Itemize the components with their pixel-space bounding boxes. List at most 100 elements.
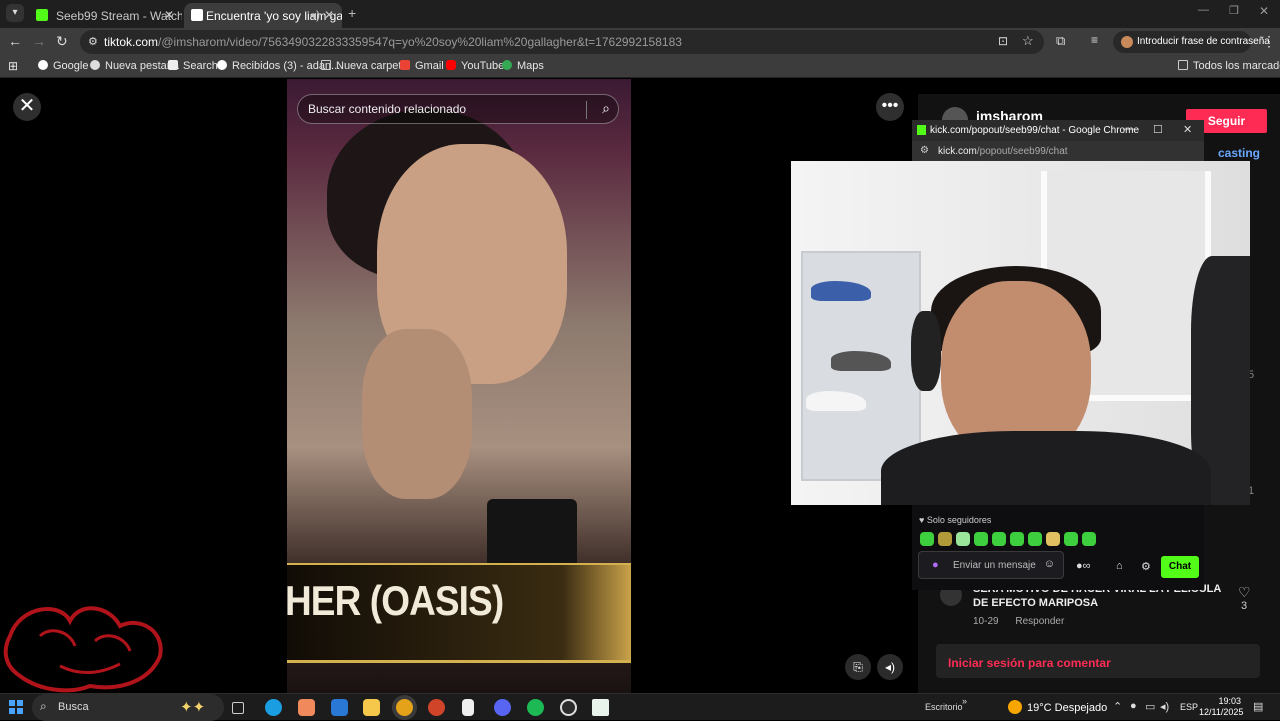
network-icon[interactable]: ▭ bbox=[1145, 700, 1155, 713]
kick-chat-popup: kick.com/popout/seeb99/chat - Google Chr… bbox=[912, 120, 1204, 590]
taskbar-search[interactable]: ⌕ Busca ✦✦ bbox=[32, 694, 224, 721]
partial-link[interactable]: casting bbox=[1218, 146, 1260, 160]
emote-icon[interactable] bbox=[1082, 532, 1096, 546]
close-window-icon[interactable]: ✕ bbox=[1183, 123, 1192, 136]
microphone-icon[interactable]: ● bbox=[932, 559, 939, 571]
profile-icon bbox=[1121, 36, 1133, 48]
volume-icon[interactable]: ◂) bbox=[1160, 700, 1169, 713]
maximize-icon[interactable]: ☐ bbox=[1153, 123, 1163, 136]
minimize-icon[interactable]: — bbox=[1123, 123, 1134, 135]
copilot-app-icon[interactable] bbox=[298, 699, 315, 716]
edge-icon[interactable] bbox=[265, 699, 282, 716]
back-icon[interactable]: ← bbox=[8, 33, 22, 49]
site-info-icon[interactable]: ⚙ bbox=[88, 35, 98, 48]
minimize-icon[interactable]: — bbox=[1198, 4, 1209, 16]
passphrase-label: Introducir frase de contraseña bbox=[1137, 36, 1270, 47]
users-icon[interactable]: ●∞ bbox=[1076, 560, 1091, 572]
file-explorer-icon[interactable] bbox=[363, 699, 380, 716]
message-input[interactable]: ● Enviar un mensaje ☺ bbox=[918, 551, 1064, 579]
weather-widget[interactable]: 19°C Despejado bbox=[1008, 700, 1107, 714]
clock-time: 19:03 bbox=[1218, 696, 1241, 706]
bookmark-gmail[interactable]: Gmail bbox=[400, 60, 444, 72]
chevron-icon[interactable]: » bbox=[962, 696, 967, 706]
gear-icon[interactable]: ⚙ bbox=[1141, 560, 1151, 573]
close-tab-icon[interactable]: ✕ bbox=[164, 8, 174, 22]
notification-icon[interactable]: ▤ bbox=[1253, 700, 1263, 713]
emote-icon[interactable] bbox=[1010, 532, 1024, 546]
emote-icon[interactable] bbox=[992, 532, 1006, 546]
all-bookmarks[interactable]: Todos los marcadores bbox=[1178, 60, 1280, 72]
bookmark-star-icon[interactable]: ☆ bbox=[1022, 33, 1034, 49]
emote-icon[interactable] bbox=[938, 532, 952, 546]
emote-icon[interactable] bbox=[974, 532, 988, 546]
bookmark-search[interactable]: Search bbox=[168, 60, 218, 72]
tab-kick-stream[interactable]: Seeb99 Stream - Watch Live on ✕ bbox=[24, 3, 182, 28]
media-icon[interactable]: ≡ bbox=[1091, 33, 1098, 47]
discord-icon[interactable] bbox=[494, 699, 511, 716]
url-text: tiktok.com/@imsharom/video/7563490322833… bbox=[104, 35, 682, 49]
related-search-input[interactable]: Buscar contenido relacionado ⌕ bbox=[297, 94, 619, 124]
install-icon[interactable]: ⊡ bbox=[998, 34, 1008, 48]
reload-icon[interactable]: ↻ bbox=[56, 33, 68, 50]
volume-icon[interactable]: ◂) bbox=[877, 654, 903, 680]
close-window-icon[interactable]: ✕ bbox=[1259, 4, 1269, 18]
app-icon[interactable] bbox=[592, 699, 609, 716]
document-icon[interactable] bbox=[462, 699, 474, 716]
emote-icon[interactable] bbox=[956, 532, 970, 546]
store-icon[interactable]: ⌂ bbox=[1116, 560, 1123, 572]
popup-titlebar[interactable]: kick.com/popout/seeb99/chat - Google Chr… bbox=[912, 120, 1204, 141]
restore-icon[interactable]: ❐ bbox=[1229, 4, 1239, 17]
clock[interactable]: 19:03 12/11/2025 bbox=[1199, 696, 1243, 718]
task-view-icon[interactable] bbox=[232, 702, 244, 714]
heart-icon[interactable]: ♡ bbox=[1238, 584, 1251, 601]
heart-icon: ♥ bbox=[919, 515, 925, 525]
passphrase-button[interactable]: Introducir frase de contraseña bbox=[1113, 31, 1270, 53]
emote-bar bbox=[920, 532, 1100, 551]
tab-tiktok[interactable]: Encuentra 'yo soy liam galla ◂) ✕ bbox=[184, 3, 342, 28]
reply-button[interactable]: Responder bbox=[1015, 616, 1064, 627]
like-count: 3 bbox=[1241, 600, 1248, 612]
emote-icon[interactable] bbox=[1046, 532, 1060, 546]
audio-icon[interactable]: ◂) bbox=[310, 8, 320, 22]
microphone-icon[interactable]: ● bbox=[1130, 700, 1137, 712]
bookmark-youtube[interactable]: YouTube bbox=[446, 60, 504, 72]
browser-toolbar: ← → ↻ ⚙ tiktok.com/@imsharom/video/75634… bbox=[0, 28, 1280, 56]
tab-search-icon[interactable]: ▾ bbox=[6, 4, 24, 22]
chrome-icon[interactable] bbox=[396, 699, 413, 716]
tray-chevron-icon[interactable]: ⌃ bbox=[1113, 700, 1122, 713]
more-options-icon[interactable]: ••• bbox=[876, 93, 904, 121]
new-tab-icon[interactable]: + bbox=[348, 5, 356, 21]
bookmark-new-tab[interactable]: Nueva pestaña bbox=[90, 60, 179, 72]
apps-icon[interactable]: ⊞ bbox=[8, 59, 18, 73]
close-video-button[interactable]: ✕ bbox=[13, 93, 41, 121]
emote-icon[interactable] bbox=[920, 532, 934, 546]
menu-icon[interactable]: ⋮ bbox=[1262, 33, 1276, 50]
bookmark-maps[interactable]: Maps bbox=[502, 60, 544, 72]
bookmark-google[interactable]: Google bbox=[38, 60, 88, 72]
site-info-icon: ⚙ bbox=[920, 145, 929, 156]
address-bar[interactable]: ⚙ tiktok.com/@imsharom/video/75634903228… bbox=[80, 30, 1044, 54]
windows-start-icon[interactable] bbox=[9, 700, 23, 714]
tab-title: Encuentra 'yo soy liam galla bbox=[206, 9, 342, 23]
search-icon[interactable]: ⌕ bbox=[602, 100, 610, 117]
language-indicator[interactable]: ESP bbox=[1180, 702, 1198, 712]
powerpoint-icon[interactable] bbox=[428, 699, 445, 716]
desktop-label[interactable]: Escritorio bbox=[925, 702, 963, 712]
bookmark-folder[interactable]: Nueva carpeta bbox=[321, 60, 408, 72]
close-tab-icon[interactable]: ✕ bbox=[324, 8, 334, 22]
video-player[interactable]: HER (OASIS) bbox=[287, 79, 631, 693]
store-icon[interactable] bbox=[331, 699, 348, 716]
emoji-icon[interactable]: ☺ bbox=[1044, 558, 1055, 570]
popup-address-bar[interactable]: ⚙ kick.com/popout/seeb99/chat bbox=[912, 141, 1204, 161]
emote-icon[interactable] bbox=[1028, 532, 1042, 546]
extensions-icon[interactable]: ⧉ bbox=[1056, 33, 1065, 49]
emote-icon[interactable] bbox=[1064, 532, 1078, 546]
chat-send-button[interactable]: Chat bbox=[1161, 556, 1199, 578]
obs-icon[interactable] bbox=[560, 699, 577, 716]
google-icon bbox=[38, 60, 48, 70]
captions-icon[interactable]: ⎘ bbox=[845, 654, 871, 680]
login-to-comment-button[interactable]: Iniciar sesión para comentar bbox=[936, 644, 1260, 678]
spotify-icon[interactable] bbox=[527, 699, 544, 716]
banner-text: HER (OASIS) bbox=[287, 577, 504, 624]
forward-icon[interactable]: → bbox=[32, 33, 46, 49]
